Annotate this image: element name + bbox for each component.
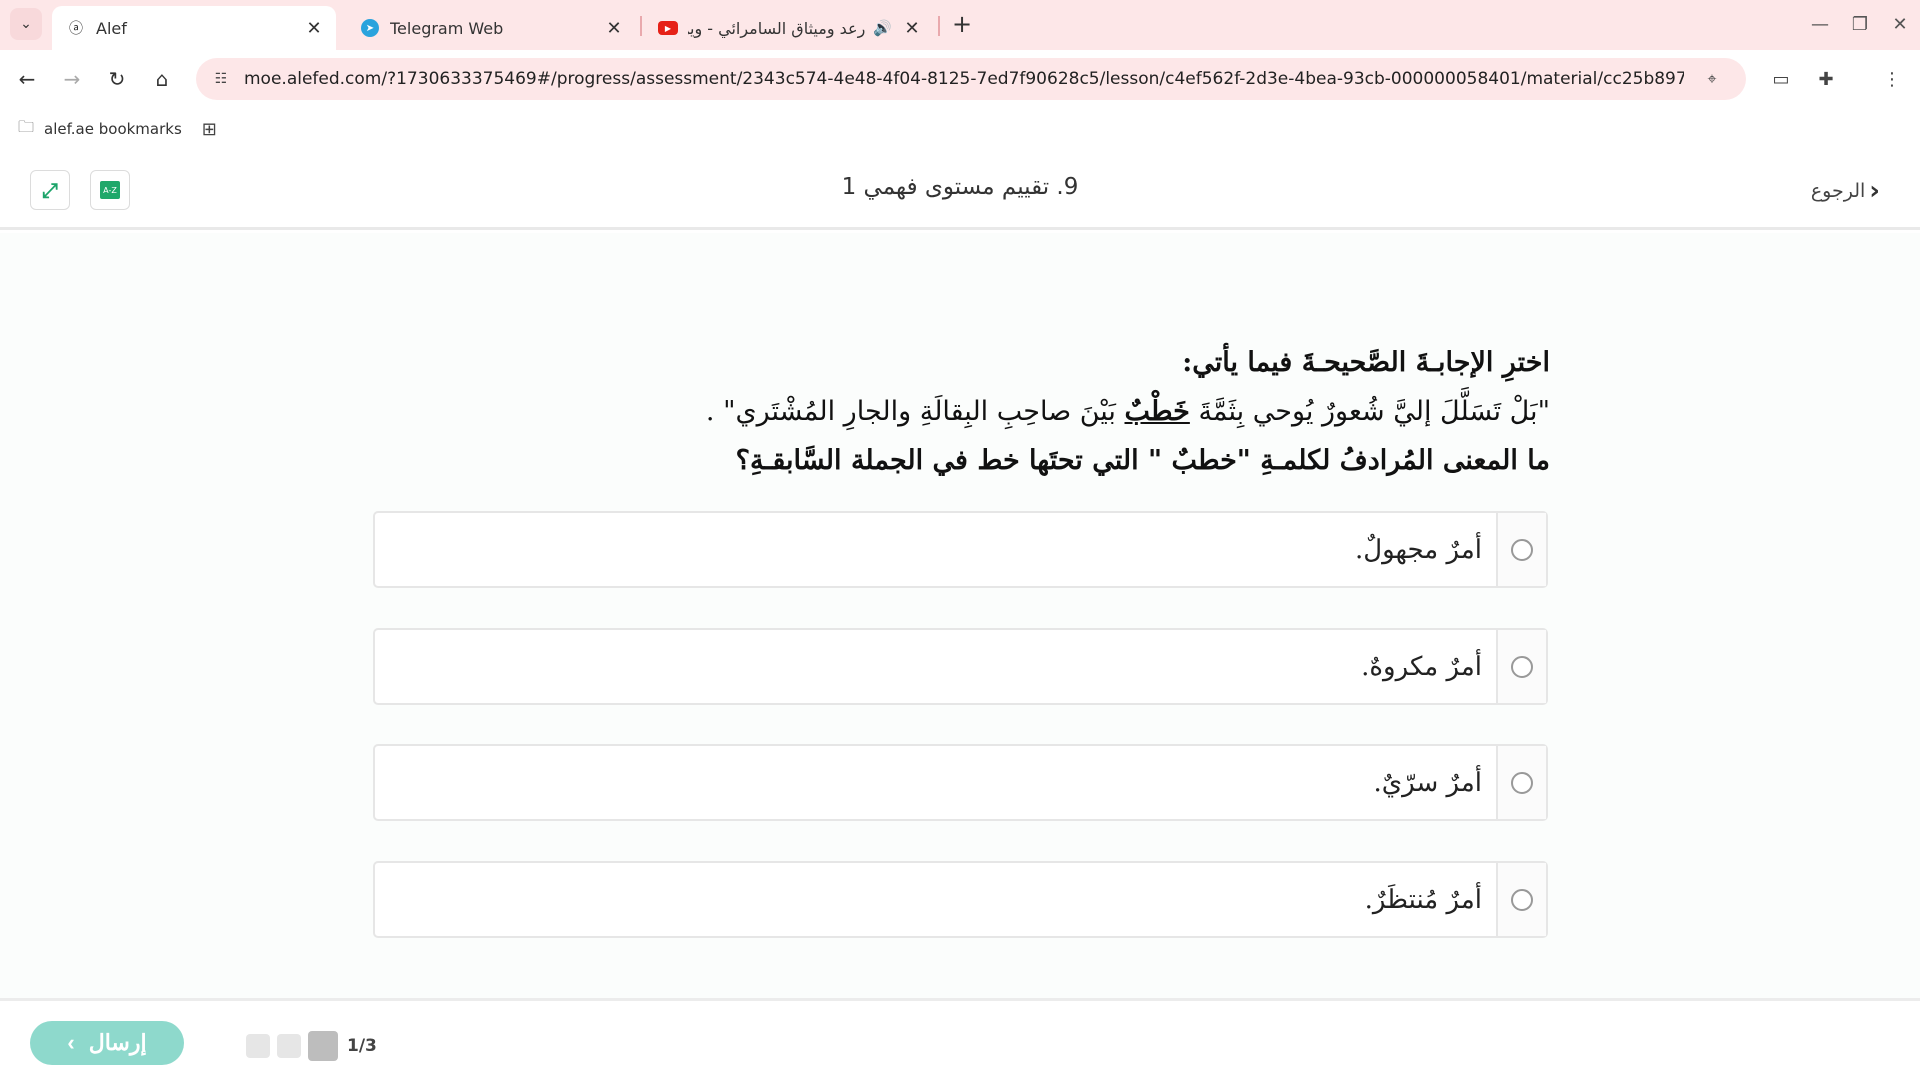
restore-button[interactable]: ❐: [1844, 8, 1876, 40]
url-text[interactable]: moe.alefed.com/?1730633375469#/progress/…: [244, 69, 1684, 89]
radio-button[interactable]: [1511, 538, 1533, 561]
tab-title: Alef: [96, 18, 127, 38]
reload-button[interactable]: ↻: [100, 62, 134, 96]
radio-cell[interactable]: [1496, 630, 1546, 703]
restore-icon: ❐: [1851, 13, 1869, 35]
question-quote: "بَلْ تَسَلَّلَ إليَّ شُعورٌ يُوحي بِثَم…: [370, 387, 1550, 436]
home-button[interactable]: ⌂: [145, 62, 179, 96]
location-pin-icon[interactable]: ⌖: [1700, 67, 1724, 91]
submit-button[interactable]: ‹ إرسال: [30, 1021, 184, 1065]
radio-button[interactable]: [1511, 655, 1533, 678]
tab-youtube[interactable]: ▶ رعد وميثاق السامرائي - وين صر 🔊 ✕: [644, 6, 934, 50]
tab-telegram[interactable]: ➤ Telegram Web ✕: [346, 6, 636, 50]
bookmark-folder-label: alef.ae bookmarks: [44, 120, 182, 138]
tab-alef[interactable]: ⓐ Alef ✕: [52, 6, 336, 50]
close-icon[interactable]: ✕: [602, 16, 626, 40]
answer-option[interactable]: أمرٌ مجهولٌ.: [373, 511, 1548, 588]
progress-step[interactable]: [246, 1034, 270, 1058]
browser-toolbar: ← → ↻ ⌂ ☷ moe.alefed.com/?1730633375469#…: [0, 50, 1920, 108]
question-progress: 1/3: [246, 1031, 377, 1061]
folder-icon: 🗀: [18, 116, 35, 136]
footer-bar: ‹ إرسال 1/3: [0, 998, 1920, 1080]
progress-step[interactable]: [277, 1034, 301, 1058]
answer-option[interactable]: أمرٌ مكروهٌ.: [373, 628, 1548, 705]
minimize-button[interactable]: —: [1804, 8, 1836, 40]
audio-playing-icon[interactable]: 🔊: [873, 19, 892, 37]
chevron-right-icon: ›: [1869, 176, 1880, 206]
cast-button[interactable]: ▭: [1764, 62, 1798, 96]
answer-option[interactable]: أمرٌ سرّيٌ.: [373, 744, 1548, 821]
close-icon[interactable]: ✕: [302, 16, 326, 40]
more-vertical-icon: ⋮: [1883, 68, 1901, 90]
tab-separator: [640, 16, 642, 36]
apps-grid-icon[interactable]: ⊞: [202, 119, 217, 140]
radio-cell[interactable]: [1496, 863, 1546, 936]
tab-separator: [938, 16, 940, 36]
radio-cell[interactable]: [1496, 746, 1546, 819]
question-area: اخترِ الإجابـةَ الصَّحيحـةَ فيما يأتي: "…: [0, 233, 1920, 998]
option-label: أمرٌ مجهولٌ.: [1354, 534, 1482, 565]
tab-strip: ⌄ ⓐ Alef ✕ ➤ Telegram Web ✕ ▶ رعد وميثاق…: [0, 0, 1920, 50]
home-icon: ⌂: [155, 67, 169, 91]
question-text: اخترِ الإجابـةَ الصَّحيحـةَ فيما يأتي: "…: [370, 338, 1550, 485]
site-info-icon[interactable]: ☷: [210, 68, 232, 90]
quote-before: "بَلْ تَسَلَّلَ إليَّ شُعورٌ يُوحي بِثَم…: [1189, 396, 1550, 427]
plus-icon: +: [951, 10, 973, 38]
telegram-icon: ➤: [361, 19, 379, 37]
tab-search-button[interactable]: ⌄: [10, 8, 42, 40]
alef-favicon-icon: ⓐ: [69, 21, 83, 37]
youtube-icon: ▶: [658, 21, 678, 35]
submit-label: إرسال: [88, 1030, 147, 1055]
forward-button[interactable]: →: [55, 62, 89, 96]
tab-title: رعد وميثاق السامرائي - وين صر: [688, 18, 866, 38]
address-bar[interactable]: ☷ moe.alefed.com/?1730633375469#/progres…: [196, 58, 1746, 100]
minimize-icon: —: [1811, 13, 1829, 35]
option-label: أمرٌ مكروهٌ.: [1361, 651, 1482, 682]
back-link[interactable]: الرجوع ›: [1811, 176, 1880, 206]
progress-count: 1/3: [347, 1036, 377, 1056]
answer-option[interactable]: أمرٌ مُنتظَرٌ.: [373, 861, 1548, 938]
radio-cell[interactable]: [1496, 513, 1546, 586]
menu-button[interactable]: ⋮: [1875, 62, 1909, 96]
option-label: أمرٌ مُنتظَرٌ.: [1364, 884, 1482, 915]
cast-icon: ▭: [1772, 68, 1790, 90]
question-prompt: ما المعنى المُرادفُ لكلمـةِ "خطبٌ " التي…: [735, 445, 1550, 476]
new-tab-button[interactable]: +: [948, 10, 976, 38]
progress-step-current[interactable]: [308, 1031, 338, 1061]
close-icon: ✕: [1892, 13, 1908, 35]
quote-after: بَيْنَ صاحِبِ البِقالَةِ والجارِ المُشْت…: [705, 396, 1125, 427]
radio-button[interactable]: [1511, 888, 1533, 911]
underlined-word: خَطْبٌ: [1124, 396, 1190, 427]
extensions-button[interactable]: ✚: [1809, 62, 1843, 96]
close-window-button[interactable]: ✕: [1884, 8, 1916, 40]
bookmarks-bar: 🗀 alef.ae bookmarks ⊞: [0, 108, 1920, 150]
back-button[interactable]: ←: [10, 62, 44, 96]
option-label: أمرٌ سرّيٌ.: [1373, 767, 1482, 798]
browser-chrome: ⌄ ⓐ Alef ✕ ➤ Telegram Web ✕ ▶ رعد وميثاق…: [0, 0, 1920, 150]
bookmark-folder[interactable]: 🗀 alef.ae bookmarks: [18, 116, 182, 143]
arrow-right-icon: →: [63, 67, 81, 91]
app-header: ⤢ A-Z 9. تقييم مستوى فهمي 1 الرجوع ›: [0, 150, 1920, 230]
page-title: 9. تقييم مستوى فهمي 1: [841, 174, 1079, 200]
question-instruction: اخترِ الإجابـةَ الصَّحيحـةَ فيما يأتي:: [1182, 347, 1550, 378]
radio-button[interactable]: [1511, 771, 1533, 794]
arrow-left-icon: ←: [18, 67, 36, 91]
tab-title: Telegram Web: [390, 18, 504, 38]
puzzle-icon: ✚: [1818, 68, 1834, 90]
reload-icon: ↻: [108, 67, 126, 91]
chevron-left-icon: ‹: [67, 1030, 75, 1055]
back-label: الرجوع: [1810, 180, 1866, 202]
chevron-down-icon: ⌄: [20, 16, 32, 32]
close-icon[interactable]: ✕: [900, 16, 924, 40]
